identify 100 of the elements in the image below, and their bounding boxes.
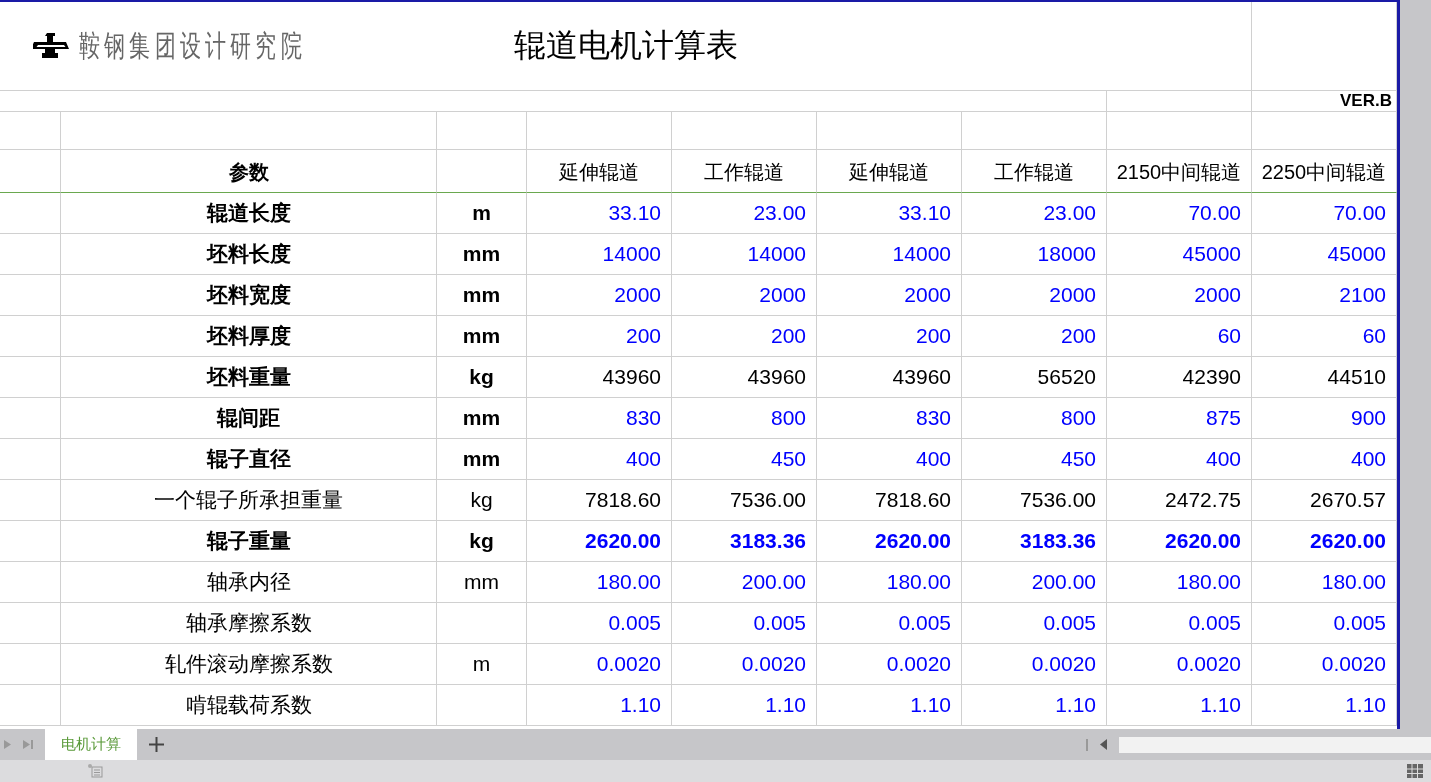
table-cell: 0.0020: [596, 652, 661, 676]
table-cell: 1.10: [1055, 693, 1096, 717]
empty-cell: [0, 112, 61, 150]
table-cell: 180.00: [596, 570, 661, 594]
table-cell: 450: [770, 447, 806, 471]
table-cell: 45000: [1182, 242, 1241, 266]
table-cell: 180.00: [886, 570, 951, 594]
table-cell: 0.005: [753, 611, 806, 635]
grid-view-icon[interactable]: [1407, 764, 1423, 778]
table-cell: 800: [1060, 406, 1096, 430]
table-cell: 33.10: [608, 201, 661, 225]
next-sheet-icon[interactable]: [4, 740, 11, 749]
table-cell: 2670.57: [1310, 488, 1386, 512]
sheet-tab[interactable]: 电机计算: [45, 729, 137, 760]
unit-text: mm: [462, 324, 501, 348]
row-label: 辊道长度: [206, 200, 291, 226]
separator-icon: [1086, 738, 1088, 751]
row-label: 一个辊子所承担重量: [154, 487, 343, 513]
unit-text: kg: [469, 529, 494, 553]
column-header: 延伸辊道: [849, 160, 929, 185]
column-header: 工作辊道: [704, 160, 784, 185]
table-cell: 1.10: [620, 693, 661, 717]
table-cell: 7536.00: [1020, 488, 1096, 512]
unit-text: mm: [462, 242, 501, 266]
table-cell: 2620.00: [1165, 529, 1241, 553]
unit-text: mm: [462, 406, 501, 430]
table-cell: 2000: [904, 283, 951, 307]
table-cell: 0.0020: [1321, 652, 1386, 676]
table-cell: 200: [1060, 324, 1096, 348]
row-label: 坯料重量: [206, 364, 291, 390]
table-cell: 800: [770, 406, 806, 430]
logo-icon: [33, 31, 69, 61]
row-label: 轴承内径: [206, 569, 291, 595]
table-cell: 1.10: [1200, 693, 1241, 717]
last-sheet-icon[interactable]: [23, 740, 33, 749]
table-cell: 60: [1362, 324, 1386, 348]
table-cell: 43960: [892, 365, 951, 389]
table-cell: 14000: [602, 242, 661, 266]
table-cell: 400: [915, 447, 951, 471]
table-cell: 7818.60: [875, 488, 951, 512]
table-cell: 200: [770, 324, 806, 348]
add-sheet-icon[interactable]: [149, 737, 164, 752]
table-cell: 200: [625, 324, 661, 348]
table-cell: 2000: [614, 283, 661, 307]
table-cell: 23.00: [753, 201, 806, 225]
column-header: 参数: [228, 160, 269, 185]
table-cell: 43960: [747, 365, 806, 389]
table-cell: 0.0020: [1031, 652, 1096, 676]
table-cell: 400: [1350, 447, 1386, 471]
table-cell: 0.005: [898, 611, 951, 635]
table-cell: 7818.60: [585, 488, 661, 512]
table-cell: 1.10: [1345, 693, 1386, 717]
unit-text: mm: [464, 570, 499, 594]
table-cell: 0.0020: [1176, 652, 1241, 676]
table-cell: 3183.36: [1020, 529, 1096, 553]
unit-text: kg: [470, 488, 493, 512]
row-label: 辊子直径: [206, 446, 291, 472]
table-cell: 43960: [602, 365, 661, 389]
table-cell: 14000: [892, 242, 951, 266]
column-header: 延伸辊道: [559, 160, 639, 185]
table-cell: 2620.00: [585, 529, 661, 553]
table-cell: 400: [625, 447, 661, 471]
unit-text: m: [472, 652, 491, 676]
scroll-left-icon[interactable]: [1100, 739, 1107, 750]
table-cell: 18000: [1037, 242, 1096, 266]
row-label: 坯料宽度: [206, 282, 291, 308]
sheet-title: 辊道电机计算表: [513, 26, 738, 65]
table-cell: 0.0020: [886, 652, 951, 676]
table-cell: 200.00: [1031, 570, 1096, 594]
table-cell: 180.00: [1321, 570, 1386, 594]
unit-text: kg: [469, 365, 494, 389]
table-cell: 7536.00: [730, 488, 806, 512]
table-cell: 200: [915, 324, 951, 348]
table-cell: 33.10: [898, 201, 951, 225]
table-cell: 42390: [1182, 365, 1241, 389]
table-cell: 2620.00: [875, 529, 951, 553]
table-cell: 450: [1060, 447, 1096, 471]
table-cell: 180.00: [1176, 570, 1241, 594]
row-label: 轴承摩擦系数: [185, 610, 312, 636]
table-cell: 2000: [1194, 283, 1241, 307]
column-header: 2150中间辊道: [1116, 160, 1242, 185]
row-label: 辊间距: [217, 405, 280, 431]
table-cell: 56520: [1037, 365, 1096, 389]
table-cell: 0.005: [1043, 611, 1096, 635]
organization-name: 鞍钢集团设计研究院: [79, 26, 306, 65]
table-cell: 45000: [1327, 242, 1386, 266]
table-cell: 2000: [759, 283, 806, 307]
table-cell: 23.00: [1043, 201, 1096, 225]
table-cell: 14000: [747, 242, 806, 266]
horizontal-scrollbar[interactable]: [1119, 736, 1431, 753]
unit-text: mm: [462, 447, 501, 471]
table-cell: 0.005: [1333, 611, 1386, 635]
table-cell: 200.00: [741, 570, 806, 594]
row-label: 坯料长度: [206, 241, 291, 267]
table-cell: 400: [1205, 447, 1241, 471]
table-cell: 60: [1217, 324, 1241, 348]
table-cell: 0.005: [1188, 611, 1241, 635]
column-header: 工作辊道: [994, 160, 1074, 185]
sheet-list-icon[interactable]: [88, 764, 103, 778]
unit-text: m: [472, 201, 491, 225]
